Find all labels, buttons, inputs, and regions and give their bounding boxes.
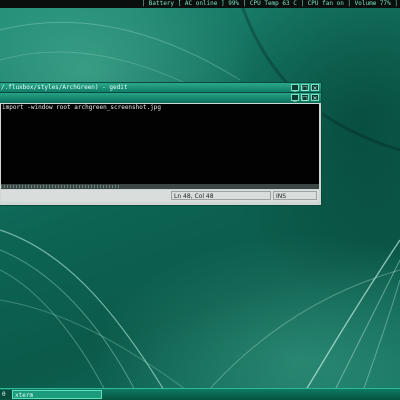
horizontal-scrollbar[interactable] — [1, 184, 319, 189]
minimize-button[interactable]: _ — [291, 94, 299, 102]
status-bar: | Battery [ AC online ] 99% | CPU Temp 6… — [0, 0, 400, 8]
gedit-window-buttons: _ □ × — [291, 84, 319, 92]
editor-statusbar: Ln 48, Col 48 INS — [1, 190, 319, 202]
terminal-line: import -window root archgreen_screenshot… — [2, 104, 161, 111]
status-bar-text: | Battery [ AC online ] 99% | CPU Temp 6… — [141, 0, 398, 7]
workspace-indicator[interactable]: 0 — [0, 390, 12, 399]
taskbar: 0 xterm — [0, 388, 400, 400]
scrollbar-thumb[interactable] — [1, 185, 121, 188]
cursor-position: Ln 48, Col 48 — [171, 191, 271, 200]
terminal-output[interactable]: import -window root archgreen_screenshot… — [1, 104, 319, 184]
minimize-button[interactable]: _ — [291, 84, 299, 92]
close-button[interactable]: × — [311, 94, 319, 102]
terminal-window-buttons: _ □ × — [291, 94, 319, 102]
maximize-button[interactable]: □ — [301, 94, 309, 102]
maximize-button[interactable]: □ — [301, 84, 309, 92]
insert-mode: INS — [273, 191, 317, 200]
taskbar-item-xterm[interactable]: xterm — [12, 390, 102, 399]
close-button[interactable]: × — [311, 84, 319, 92]
terminal-window[interactable]: _ □ × import -window root archgreen_scre… — [0, 92, 322, 206]
terminal-window-titlebar[interactable]: _ □ × — [0, 93, 321, 103]
